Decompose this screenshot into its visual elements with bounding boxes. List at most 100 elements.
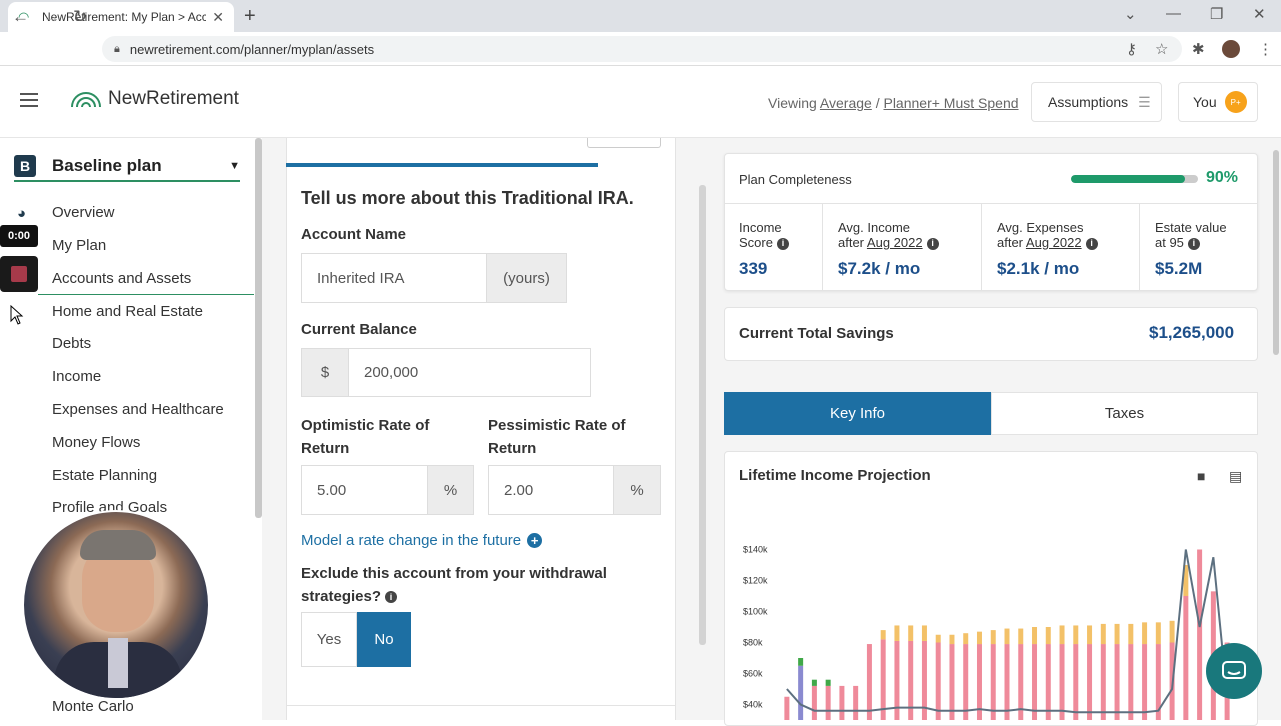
supplemental-bar[interactable] <box>990 630 996 645</box>
sidebar-item-estate-planning[interactable]: Estate Planning <box>52 467 157 484</box>
browser-menu-icon[interactable]: ⋮ <box>1258 40 1273 58</box>
supplemental-bar[interactable] <box>1128 623 1134 645</box>
stat-date[interactable]: Aug 2022 <box>1026 235 1082 250</box>
supplemental-bar[interactable] <box>1004 628 1010 645</box>
video-camera-icon[interactable]: ■ <box>1197 468 1205 484</box>
income-bar[interactable] <box>1045 644 1051 720</box>
maximize-icon[interactable]: ❐ <box>1210 5 1223 23</box>
book-icon[interactable]: ▤ <box>1229 468 1242 485</box>
other-income-bar[interactable] <box>798 658 804 666</box>
browser-tab[interactable]: ◠ NewRetirement: My Plan > Accou ✕ <box>8 2 234 32</box>
income-bar[interactable] <box>1004 644 1010 720</box>
sidebar-item-home-and-real-estate[interactable]: Home and Real Estate <box>52 303 203 320</box>
address-bar[interactable]: 🔒︎ newretirement.com/planner/myplan/asse… <box>102 36 1182 62</box>
income-bar[interactable] <box>1032 644 1038 720</box>
form-top-button[interactable] <box>587 138 661 148</box>
bookmark-star-icon[interactable]: ☆ <box>1155 40 1168 58</box>
sidebar-item-income[interactable]: Income <box>52 368 101 385</box>
chat-launcher-button[interactable] <box>1206 643 1262 699</box>
income-bar[interactable] <box>839 685 845 720</box>
account-name-input[interactable]: Inherited IRA <box>301 253 487 303</box>
supplemental-bar[interactable] <box>921 625 927 641</box>
income-bar[interactable] <box>1087 644 1093 720</box>
other-income-bar[interactable] <box>811 679 817 686</box>
income-bar[interactable] <box>825 685 831 720</box>
info-icon[interactable]: i <box>1187 237 1200 250</box>
income-bar[interactable] <box>784 696 790 720</box>
supplemental-bar[interactable] <box>1114 623 1120 645</box>
close-window-icon[interactable]: ✕ <box>1253 5 1266 23</box>
supplemental-bar[interactable] <box>1032 627 1038 645</box>
supplemental-bar[interactable] <box>963 633 969 645</box>
forward-icon[interactable]: → <box>43 7 60 27</box>
info-icon[interactable]: i <box>776 237 789 250</box>
sidebar-item-expenses-and-healthcare[interactable]: Expenses and Healthcare <box>52 401 224 418</box>
supplemental-bar[interactable] <box>880 630 886 640</box>
income-bar[interactable] <box>1197 549 1203 721</box>
close-tab-icon[interactable]: ✕ <box>212 9 224 26</box>
stat-date[interactable]: Aug 2022 <box>867 235 923 250</box>
supplemental-bar[interactable] <box>908 625 914 641</box>
income-bar[interactable] <box>1114 644 1120 720</box>
supplemental-bar[interactable] <box>1087 625 1093 645</box>
income-bar[interactable] <box>866 644 872 720</box>
info-icon[interactable]: i <box>926 237 939 250</box>
income-bar[interactable] <box>1100 644 1106 720</box>
sidebar-item-accounts-and-assets[interactable]: Accounts and Assets <box>52 270 191 287</box>
sidebar-scrollbar[interactable] <box>255 138 262 518</box>
supplemental-bar[interactable] <box>1100 623 1106 645</box>
other-income-bar[interactable] <box>825 679 831 686</box>
scenario-plan-link[interactable]: Planner+ Must Spend <box>883 95 1018 111</box>
supplemental-bar[interactable] <box>1073 625 1079 645</box>
supplemental-bar[interactable] <box>1059 625 1065 645</box>
sidebar-item-debts[interactable]: Debts <box>52 335 91 352</box>
form-scrollbar[interactable] <box>699 185 706 645</box>
income-bar[interactable] <box>798 665 804 720</box>
sidebar-item-overview[interactable]: Overview <box>52 204 115 221</box>
income-bar[interactable] <box>1128 644 1134 720</box>
income-bar[interactable] <box>880 639 886 720</box>
pessimistic-rate-input[interactable]: 2.00 <box>488 465 614 515</box>
minimize-icon[interactable]: — <box>1166 5 1181 22</box>
exclude-no-button[interactable]: No <box>357 612 411 667</box>
sidebar-item-money-flows[interactable]: Money Flows <box>52 434 140 451</box>
app-logo[interactable]: NewRetirement <box>70 88 239 110</box>
income-bar[interactable] <box>963 644 969 720</box>
stat-avg-income[interactable]: Avg. Income after Aug 2022 i $7.2k / mo <box>823 204 982 290</box>
tab-key-info[interactable]: Key Info <box>724 392 991 435</box>
income-bar[interactable] <box>949 644 955 720</box>
supplemental-bar[interactable] <box>949 634 955 645</box>
info-icon[interactable]: i <box>385 591 398 604</box>
supplemental-bar[interactable] <box>1045 627 1051 645</box>
tab-search-icon[interactable]: ⌄ <box>1124 5 1137 23</box>
stat-avg-expenses[interactable]: Avg. Expenses after Aug 2022 i $2.1k / mo <box>982 204 1140 290</box>
profile-avatar-icon[interactable] <box>1222 40 1240 58</box>
supplemental-bar[interactable] <box>935 634 941 643</box>
plan-selector[interactable]: B Baseline plan ▼ <box>14 152 240 182</box>
dashboard-scrollbar[interactable] <box>1273 150 1279 355</box>
income-bar[interactable] <box>990 644 996 720</box>
supplemental-bar[interactable] <box>894 625 900 641</box>
stat-income-score[interactable]: Income Score i 339 <box>724 204 823 290</box>
supplemental-bar[interactable] <box>1142 622 1148 645</box>
sidebar-item-my-plan[interactable]: My Plan <box>52 237 106 254</box>
supplemental-bar[interactable] <box>976 631 982 645</box>
optimistic-rate-input[interactable]: 5.00 <box>301 465 428 515</box>
current-balance-input[interactable]: 200,000 <box>348 348 591 397</box>
income-bar[interactable] <box>935 642 941 721</box>
income-bar[interactable] <box>853 685 859 720</box>
income-bar[interactable] <box>1183 596 1189 720</box>
new-tab-icon[interactable]: + <box>244 5 256 28</box>
income-bar[interactable] <box>811 685 817 720</box>
income-bar[interactable] <box>1142 644 1148 720</box>
tab-taxes[interactable]: Taxes <box>991 392 1258 435</box>
key-icon[interactable]: ⚷ <box>1126 40 1137 58</box>
supplemental-bar[interactable] <box>1169 620 1175 643</box>
extensions-icon[interactable]: ✱ <box>1192 40 1205 58</box>
stop-recording-button[interactable] <box>0 256 38 292</box>
income-bar[interactable] <box>1059 644 1065 720</box>
you-menu-button[interactable]: You P+ <box>1178 82 1258 122</box>
model-rate-change-link[interactable]: Model a rate change in the future + <box>301 532 543 549</box>
supplemental-bar[interactable] <box>1155 622 1161 645</box>
reload-icon[interactable]: ↻ <box>73 7 87 27</box>
